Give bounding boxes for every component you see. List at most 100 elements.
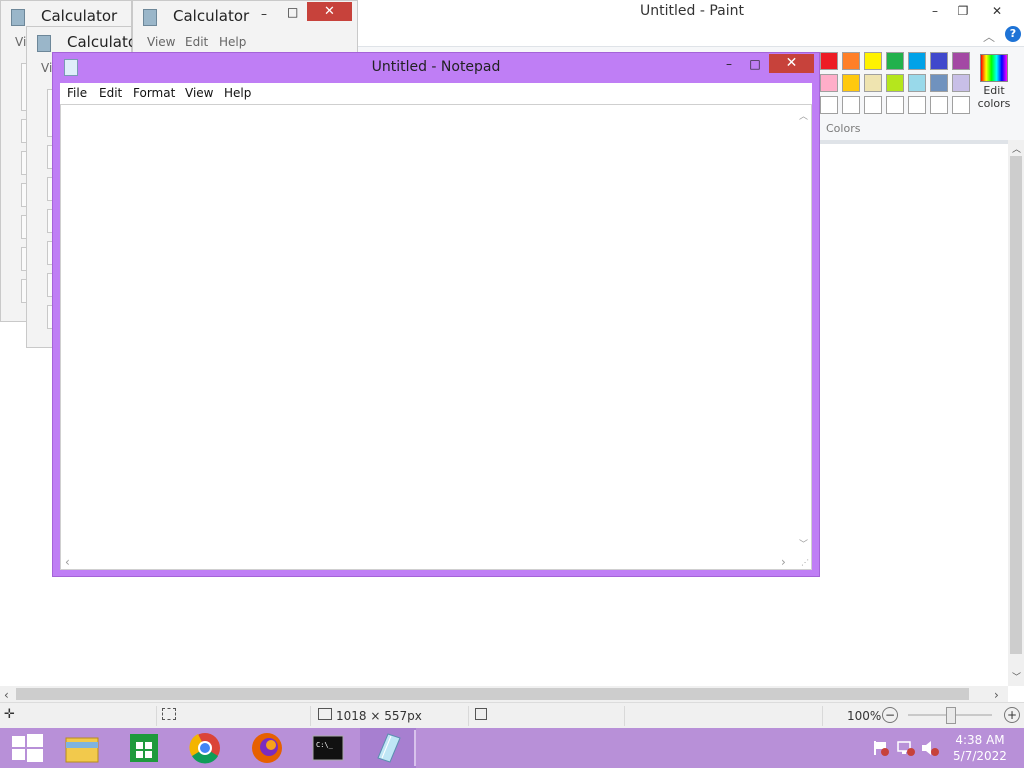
svg-text:C:\_: C:\_	[316, 741, 334, 749]
notepad-minimize-button[interactable]: –	[717, 55, 741, 73]
scroll-up-arrow[interactable]: ︿	[1012, 142, 1021, 155]
calculator-menu-view[interactable]: Vi	[41, 61, 52, 75]
paint-horizontal-scrollbar[interactable]: ‹ ›	[0, 686, 1008, 702]
zoom-out-button[interactable]: −	[882, 707, 898, 723]
color-swatch[interactable]	[864, 96, 882, 114]
notepad-title: Untitled - Notepad	[371, 59, 501, 75]
menu-format[interactable]: Format	[133, 86, 175, 100]
color-swatch[interactable]	[864, 74, 882, 92]
notepad-text-area[interactable]: ︿ ﹀ ‹ › ⋰	[60, 104, 812, 570]
start-icon	[12, 734, 43, 762]
system-clock[interactable]: 4:38 AM 5/7/2022	[946, 732, 1014, 764]
notepad-vertical-scrollbar[interactable]: ︿ ﹀	[795, 105, 811, 553]
selection-size-icon	[162, 708, 176, 720]
color-swatch[interactable]	[908, 74, 926, 92]
notepad-horizontal-scrollbar[interactable]: ‹ ›	[61, 553, 795, 569]
paint-maximize-button[interactable]: ❐	[950, 2, 976, 20]
color-palette	[820, 52, 972, 118]
notepad-window[interactable]: Untitled - Notepad – □ ✕ File Edit Forma…	[52, 52, 820, 577]
volume-icon[interactable]	[921, 740, 939, 756]
color-swatch[interactable]	[886, 74, 904, 92]
paint-ribbon-tabs: ︿ ?	[357, 24, 1024, 47]
notepad-close-button[interactable]: ✕	[769, 54, 814, 73]
color-swatch[interactable]	[952, 96, 970, 114]
color-swatch[interactable]	[952, 74, 970, 92]
image-size-icon	[318, 708, 332, 720]
taskbar-file-explorer[interactable]	[54, 728, 110, 768]
color-swatch[interactable]	[930, 74, 948, 92]
edit-colors-icon	[980, 54, 1008, 82]
scroll-left-arrow[interactable]: ‹	[65, 555, 70, 569]
color-swatch[interactable]	[820, 52, 838, 70]
vertical-scroll-thumb[interactable]	[1010, 156, 1022, 654]
taskbar-notepad[interactable]	[360, 728, 416, 768]
size-grip-icon[interactable]: ⋰	[801, 558, 809, 567]
taskbar: C:\_ 4:38 AM 5/7/2022	[0, 728, 1024, 768]
help-icon[interactable]: ?	[1005, 26, 1021, 42]
notepad-maximize-button[interactable]: □	[743, 55, 767, 73]
zoom-slider-thumb[interactable]	[946, 707, 956, 724]
action-center-icon[interactable]	[872, 740, 890, 756]
color-swatch[interactable]	[820, 96, 838, 114]
calculator-menu-edit[interactable]: Edit	[185, 35, 208, 49]
menu-edit[interactable]: Edit	[99, 86, 122, 100]
calculator-minimize-button[interactable]: –	[261, 7, 267, 21]
menu-help[interactable]: Help	[224, 86, 251, 100]
color-swatch[interactable]	[952, 52, 970, 70]
scroll-right-arrow[interactable]: ›	[994, 688, 999, 702]
scroll-right-arrow[interactable]: ›	[781, 555, 786, 569]
edit-colors-button[interactable]: Edit colors	[974, 52, 1014, 116]
zoom-in-button[interactable]: +	[1004, 707, 1020, 723]
color-swatch[interactable]	[842, 96, 860, 114]
calculator-menu-help[interactable]: Help	[219, 35, 246, 49]
network-alert-icon	[897, 741, 915, 756]
menu-file[interactable]: File	[67, 86, 87, 100]
cursor-position-icon: ✛	[4, 707, 15, 722]
start-button[interactable]	[0, 728, 56, 768]
taskbar-chrome[interactable]	[177, 728, 233, 768]
scroll-down-arrow[interactable]: ﹀	[1012, 670, 1021, 683]
calculator-icon	[37, 35, 51, 52]
color-swatch[interactable]	[886, 96, 904, 114]
menu-view[interactable]: View	[185, 86, 213, 100]
color-swatch[interactable]	[930, 52, 948, 70]
file-size-icon	[475, 708, 487, 720]
calculator-menu-view[interactable]: View	[147, 35, 175, 49]
file-explorer-icon	[65, 737, 99, 763]
calculator-icon	[11, 9, 25, 26]
chrome-icon	[189, 733, 220, 764]
paint-minimize-button[interactable]: –	[922, 2, 948, 20]
color-swatch[interactable]	[842, 52, 860, 70]
color-swatch[interactable]	[886, 52, 904, 70]
color-swatch[interactable]	[908, 52, 926, 70]
edit-colors-label: Edit colors	[977, 84, 1011, 110]
paint-title-bar: Untitled - Paint – ❐ ✕	[360, 0, 1024, 24]
network-icon[interactable]	[897, 740, 915, 756]
scroll-down-arrow[interactable]: ﹀	[799, 537, 808, 550]
calculator-menu-view[interactable]: Vi	[15, 35, 26, 49]
horizontal-scroll-thumb[interactable]	[16, 688, 969, 700]
paint-vertical-scrollbar[interactable]: ︿ ﹀	[1008, 140, 1024, 686]
taskbar-firefox[interactable]	[239, 728, 295, 768]
scroll-up-arrow[interactable]: ︿	[799, 109, 808, 122]
calculator-close-button[interactable]: ✕	[307, 2, 352, 21]
clock-date: 5/7/2022	[953, 749, 1007, 763]
paint-status-bar: ✛ 1018 × 557px 100% − +	[0, 702, 1024, 729]
calculator-title: Calculato	[67, 33, 138, 51]
collapse-ribbon-icon[interactable]: ︿	[983, 28, 995, 45]
color-swatch[interactable]	[908, 96, 926, 114]
color-swatch[interactable]	[820, 74, 838, 92]
taskbar-store[interactable]	[116, 728, 172, 768]
calculator-title: Calculator	[173, 7, 250, 25]
flag-alert-icon	[874, 741, 889, 756]
taskbar-command-prompt[interactable]: C:\_	[300, 728, 356, 768]
color-swatch[interactable]	[930, 96, 948, 114]
color-swatch[interactable]	[842, 74, 860, 92]
zoom-level: 100%	[847, 709, 882, 723]
speaker-muted-icon	[922, 741, 939, 756]
color-swatch[interactable]	[864, 52, 882, 70]
scroll-left-arrow[interactable]: ‹	[4, 688, 9, 702]
calculator-window-2[interactable]: Calculator – □ ✕ View Edit Help	[132, 0, 358, 52]
calculator-maximize-button[interactable]: □	[287, 5, 298, 19]
paint-close-button[interactable]: ✕	[984, 2, 1010, 20]
